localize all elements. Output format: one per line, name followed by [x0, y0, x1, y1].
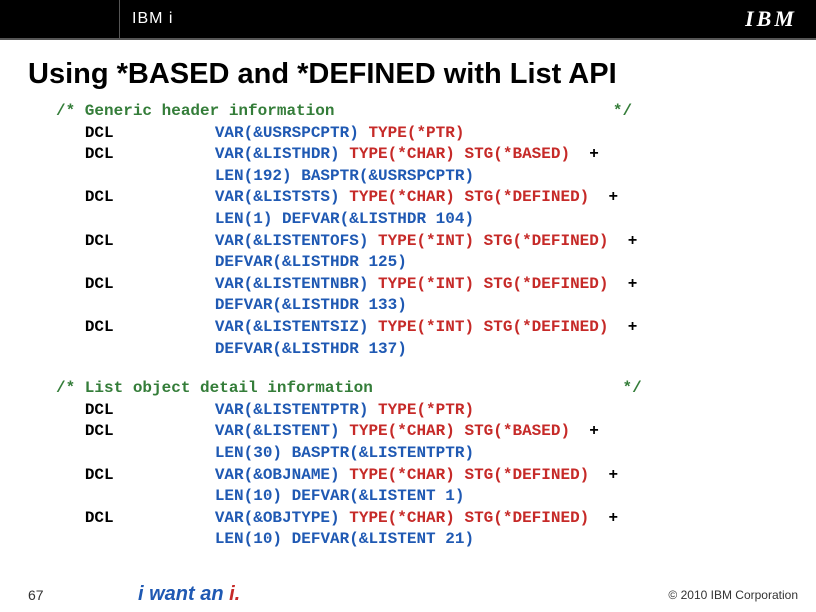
var-liststs: VAR(&LISTSTS) — [215, 188, 340, 206]
var-listent: VAR(&LISTENT) — [215, 422, 340, 440]
defvar-listhdr-125: DEFVAR(&LISTHDR 125) — [215, 253, 407, 271]
stg-defined: STG(*DEFINED) — [474, 232, 608, 250]
dcl: DCL — [85, 274, 215, 296]
dcl: DCL — [85, 465, 215, 487]
header-bar: IBM i IBM — [0, 0, 816, 40]
page-number: 67 — [28, 587, 138, 603]
basptr-usrspcptr: BASPTR(&USRSPCPTR) — [292, 167, 474, 185]
defvar-listhdr-104: DEFVAR(&LISTHDR 104) — [272, 210, 474, 228]
dcl: DCL — [85, 400, 215, 422]
stg-defined: STG(*DEFINED) — [455, 466, 589, 484]
var-listentofs: VAR(&LISTENTOFS) — [215, 232, 369, 250]
tagline-i: i. — [229, 583, 240, 605]
comment-open-2: /* List object detail information — [56, 379, 373, 397]
copyright: © 2010 IBM Corporation — [668, 588, 798, 602]
basptr-listentptr: BASPTR(&LISTENTPTR) — [282, 444, 474, 462]
slide-title: Using *BASED and *DEFINED with List API — [0, 40, 816, 101]
plus: + — [589, 188, 618, 206]
comment-close-1: */ — [613, 102, 632, 120]
header-brand: IBM i — [120, 0, 726, 38]
type-ptr: TYPE(*PTR) — [368, 401, 474, 419]
type-int: TYPE(*INT) — [368, 275, 474, 293]
stg-defined: STG(*DEFINED) — [455, 188, 589, 206]
type-char: TYPE(*CHAR) — [340, 509, 455, 527]
stg-defined: STG(*DEFINED) — [455, 509, 589, 527]
defvar-listent-21: DEFVAR(&LISTENT 21) — [282, 530, 474, 548]
len-192: LEN(192) — [215, 167, 292, 185]
comment-close-2: */ — [623, 379, 642, 397]
type-char: TYPE(*CHAR) — [340, 422, 455, 440]
type-int: TYPE(*INT) — [368, 318, 474, 336]
defvar-listhdr-133: DEFVAR(&LISTHDR 133) — [215, 296, 407, 314]
var-usrspcptr: VAR(&USRSPCPTR) — [215, 124, 359, 142]
len-1: LEN(1) — [215, 210, 273, 228]
var-listhdr: VAR(&LISTHDR) — [215, 145, 340, 163]
dcl: DCL — [85, 317, 215, 339]
plus: + — [608, 275, 637, 293]
header-left-spacer — [0, 0, 120, 38]
ibm-logo: IBM — [726, 0, 816, 38]
dcl: DCL — [85, 144, 215, 166]
var-listentnbr: VAR(&LISTENTNBR) — [215, 275, 369, 293]
footer: 67 i want an i. © 2010 IBM Corporation — [0, 583, 816, 606]
tagline-pre: i want an — [138, 583, 229, 605]
dcl: DCL — [85, 421, 215, 443]
type-int: TYPE(*INT) — [368, 232, 474, 250]
dcl: DCL — [85, 231, 215, 253]
code-block-1: /* Generic header information */ DCLVAR(… — [0, 101, 816, 360]
defvar-listhdr-137: DEFVAR(&LISTHDR 137) — [215, 340, 407, 358]
len-30: LEN(30) — [215, 444, 282, 462]
type-ptr: TYPE(*PTR) — [359, 124, 465, 142]
stg-based: STG(*BASED) — [455, 422, 570, 440]
type-char: TYPE(*CHAR) — [340, 188, 455, 206]
defvar-listent-1: DEFVAR(&LISTENT 1) — [282, 487, 464, 505]
plus: + — [608, 318, 637, 336]
len-10: LEN(10) — [215, 487, 282, 505]
dcl: DCL — [85, 187, 215, 209]
code-block-2: /* List object detail information */ DCL… — [0, 378, 816, 551]
plus: + — [570, 145, 599, 163]
var-objtype: VAR(&OBJTYPE) — [215, 509, 340, 527]
plus: + — [570, 422, 599, 440]
type-char: TYPE(*CHAR) — [340, 466, 455, 484]
dcl: DCL — [85, 123, 215, 145]
comment-open-1: /* Generic header information — [56, 102, 334, 120]
stg-defined: STG(*DEFINED) — [474, 275, 608, 293]
var-objname: VAR(&OBJNAME) — [215, 466, 340, 484]
dcl: DCL — [85, 508, 215, 530]
var-listentsiz: VAR(&LISTENTSIZ) — [215, 318, 369, 336]
tagline: i want an i. — [138, 583, 240, 606]
plus: + — [608, 232, 637, 250]
plus: + — [589, 509, 618, 527]
var-listentptr: VAR(&LISTENTPTR) — [215, 401, 369, 419]
ibm-logo-text: IBM — [745, 6, 797, 32]
len-10: LEN(10) — [215, 530, 282, 548]
stg-based: STG(*BASED) — [455, 145, 570, 163]
stg-defined: STG(*DEFINED) — [474, 318, 608, 336]
plus: + — [589, 466, 618, 484]
type-char: TYPE(*CHAR) — [340, 145, 455, 163]
